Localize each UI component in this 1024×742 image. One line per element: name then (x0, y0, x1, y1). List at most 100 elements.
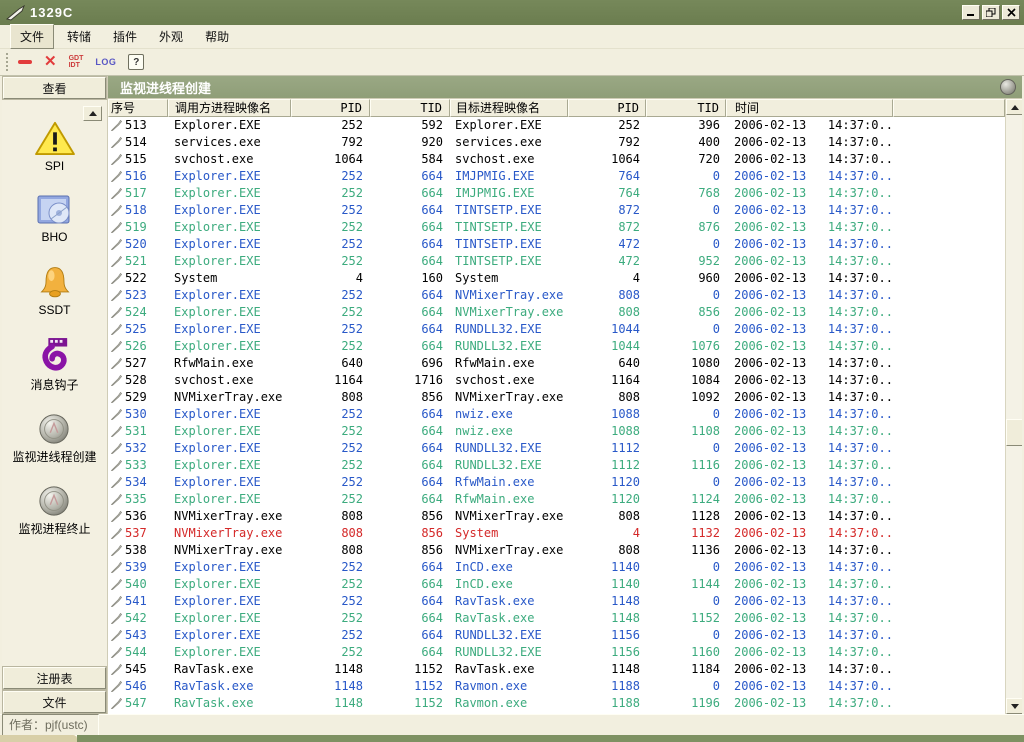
table-row[interactable]: 528svchost.exe11641716svchost.exe1164108… (108, 372, 1005, 389)
sidebar-item-bho[interactable]: BHO (36, 193, 74, 244)
restore-button[interactable] (982, 5, 1000, 20)
table-row[interactable]: 543Explorer.EXE252664RUNDLL32.EXE1156020… (108, 627, 1005, 644)
table-row[interactable]: 535Explorer.EXE252664RfwMain.exe11201124… (108, 491, 1005, 508)
seq-cell: 526 (125, 338, 147, 355)
table-row[interactable]: 539Explorer.EXE252664InCD.exe114002006-0… (108, 559, 1005, 576)
table-row[interactable]: 529NVMixerTray.exe808856NVMixerTray.exe8… (108, 389, 1005, 406)
target-tid-cell: 1076 (691, 339, 720, 353)
time-cell: 2006-02-13 14:37:0... (734, 288, 893, 302)
table-row[interactable]: 521Explorer.EXE252664TINTSETP.EXE4729522… (108, 253, 1005, 270)
table-row[interactable]: 546RavTask.exe11481152Ravmon.exe11880200… (108, 678, 1005, 695)
entry-pencil-icon (111, 528, 122, 539)
view-group-button[interactable]: 查看 (3, 77, 106, 99)
scroll-up-button[interactable] (1006, 99, 1022, 115)
table-row[interactable]: 540Explorer.EXE252664InCD.exe11401144200… (108, 576, 1005, 593)
table-row[interactable]: 513Explorer.EXE252592Explorer.EXE2523962… (108, 117, 1005, 134)
table-row[interactable]: 544Explorer.EXE252664RUNDLL32.EXE1156116… (108, 644, 1005, 661)
table-row[interactable]: 538NVMixerTray.exe808856NVMixerTray.exe8… (108, 542, 1005, 559)
target-pid-cell: 808 (618, 288, 640, 302)
help-button[interactable]: ? (128, 54, 144, 70)
caller-image-cell: Explorer.EXE (174, 577, 261, 591)
entry-pencil-icon (111, 630, 122, 641)
minimize-button[interactable] (962, 5, 980, 20)
sidebar-item-message-hooks[interactable]: 消息钩子 (30, 337, 78, 393)
target-image-cell: Ravmon.exe (455, 679, 527, 693)
toolbar-grip[interactable] (6, 53, 10, 71)
menu-dump[interactable]: 转储 (58, 25, 100, 48)
sidebar-item-monitor-thread-creation[interactable]: 监视进线程创建 (12, 413, 96, 465)
column-header-tid2[interactable]: TID (646, 99, 726, 117)
table-row[interactable]: 537NVMixerTray.exe808856System411322006-… (108, 525, 1005, 542)
column-header-caller-image[interactable]: 调用方进程映像名 (168, 99, 291, 117)
column-header-time[interactable]: 时间 (726, 99, 893, 117)
caller-tid-cell: 696 (421, 356, 443, 370)
table-row[interactable]: 515svchost.exe1064584svchost.exe10647202… (108, 151, 1005, 168)
gdt-idt-button[interactable]: GDTIDT (69, 55, 84, 69)
column-header-pid[interactable]: PID (291, 99, 370, 117)
table-row[interactable]: 530Explorer.EXE252664nwiz.exe108802006-0… (108, 406, 1005, 423)
menu-file[interactable]: 文件 (10, 24, 54, 49)
sidebar-item-spi[interactable]: SPI (33, 120, 77, 173)
table-row[interactable]: 526Explorer.EXE252664RUNDLL32.EXE1044107… (108, 338, 1005, 355)
caller-tid-cell: 1716 (414, 373, 443, 387)
table-row[interactable]: 531Explorer.EXE252664nwiz.exe10881108200… (108, 423, 1005, 440)
column-header-target-image[interactable]: 目标进程映像名 (450, 99, 568, 117)
table-row[interactable]: 525Explorer.EXE252664RUNDLL32.EXE1044020… (108, 321, 1005, 338)
table-row[interactable]: 518Explorer.EXE252664TINTSETP.EXE8720200… (108, 202, 1005, 219)
table-row[interactable]: 534Explorer.EXE252664RfwMain.exe11200200… (108, 474, 1005, 491)
seq-cell: 524 (125, 304, 147, 321)
table-row[interactable]: 514services.exe792920services.exe7924002… (108, 134, 1005, 151)
entry-pencil-icon (111, 358, 122, 369)
log-button[interactable]: LOG (95, 57, 116, 67)
table-row[interactable]: 519Explorer.EXE252664TINTSETP.EXE8728762… (108, 219, 1005, 236)
seq-cell: 529 (125, 389, 147, 406)
table-row[interactable]: 547RavTask.exe11481152Ravmon.exe11881196… (108, 695, 1005, 712)
target-image-cell: System (455, 526, 498, 540)
table-row[interactable]: 536NVMixerTray.exe808856NVMixerTray.exe8… (108, 508, 1005, 525)
caller-pid-cell: 252 (341, 169, 363, 183)
close-button[interactable] (1002, 5, 1020, 20)
scroll-down-button[interactable] (1006, 698, 1022, 714)
table-row[interactable]: 520Explorer.EXE252664TINTSETP.EXE4720200… (108, 236, 1005, 253)
table-row[interactable]: 541Explorer.EXE252664RavTask.exe11480200… (108, 593, 1005, 610)
caller-image-cell: Explorer.EXE (174, 441, 261, 455)
caller-tid-cell: 160 (421, 271, 443, 285)
table-body: 513Explorer.EXE252592Explorer.EXE2523962… (108, 117, 1005, 714)
sidebar-item-ssdt[interactable]: SSDT (36, 264, 74, 317)
caller-pid-cell: 1148 (334, 696, 363, 710)
column-header-seq[interactable]: 序号 (108, 99, 168, 117)
table-row[interactable]: 517Explorer.EXE252664IMJPMIG.EXE76476820… (108, 185, 1005, 202)
caller-image-cell: Explorer.EXE (174, 288, 261, 302)
menu-appearance[interactable]: 外观 (150, 25, 192, 48)
column-header-pid2[interactable]: PID (568, 99, 646, 117)
caller-pid-cell: 808 (341, 526, 363, 540)
table-row[interactable]: 523Explorer.EXE252664NVMixerTray.exe8080… (108, 287, 1005, 304)
table-row[interactable]: 522System4160System49602006-02-13 14:37:… (108, 270, 1005, 287)
table-row[interactable]: 527RfwMain.exe640696RfwMain.exe640108020… (108, 355, 1005, 372)
header-sphere-button[interactable] (1000, 79, 1016, 95)
delete-button[interactable]: ✕ (44, 55, 57, 69)
menu-help[interactable]: 帮助 (196, 25, 238, 48)
caller-pid-cell: 640 (341, 356, 363, 370)
scrollbar-thumb[interactable] (1006, 419, 1022, 446)
table-row[interactable]: 532Explorer.EXE252664RUNDLL32.EXE1112020… (108, 440, 1005, 457)
remove-item-button[interactable] (18, 60, 32, 64)
sidebar-item-monitor-process-termination[interactable]: 监视进程终止 (18, 485, 90, 537)
time-cell: 2006-02-13 14:37:0... (734, 492, 893, 506)
column-header-tid[interactable]: TID (370, 99, 450, 117)
table-row[interactable]: 545RavTask.exe11481152RavTask.exe1148118… (108, 661, 1005, 678)
status-bar: 作者：pjf(ustc) (0, 714, 1024, 735)
caller-pid-cell: 1064 (334, 152, 363, 166)
table-row[interactable]: 542Explorer.EXE252664RavTask.exe11481152… (108, 610, 1005, 627)
file-group-button[interactable]: 文件 (3, 691, 106, 713)
sidebar-scroll-up-button[interactable] (83, 106, 102, 121)
target-pid-cell: 1140 (611, 560, 640, 574)
table-row[interactable]: 516Explorer.EXE252664IMJPMIG.EXE76402006… (108, 168, 1005, 185)
vertical-scrollbar[interactable] (1005, 99, 1022, 714)
table-row[interactable]: 524Explorer.EXE252664NVMixerTray.exe8088… (108, 304, 1005, 321)
target-pid-cell: 792 (618, 135, 640, 149)
registry-group-button[interactable]: 注册表 (3, 667, 106, 689)
menu-plugins[interactable]: 插件 (104, 25, 146, 48)
table-row[interactable]: 533Explorer.EXE252664RUNDLL32.EXE1112111… (108, 457, 1005, 474)
entry-pencil-icon (111, 613, 122, 624)
